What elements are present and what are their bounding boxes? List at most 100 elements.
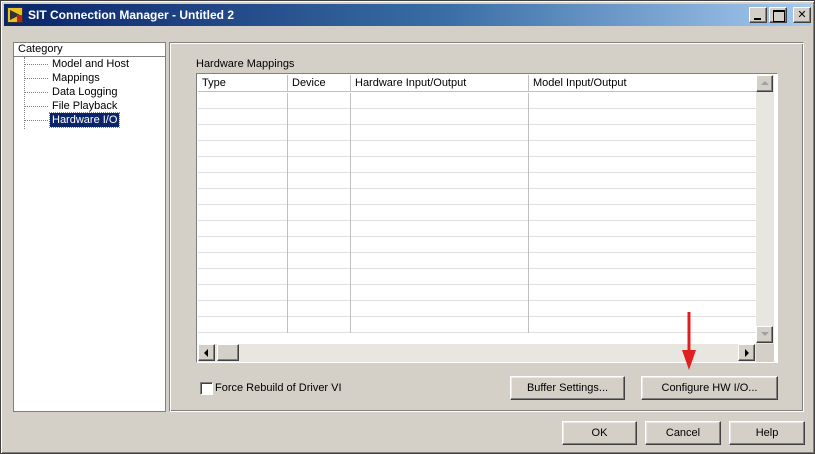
table-row[interactable]	[198, 189, 756, 205]
table-cell[interactable]	[288, 301, 351, 317]
table-cell[interactable]	[198, 141, 288, 157]
cancel-button[interactable]: Cancel	[645, 421, 721, 445]
category-item-hardware-io[interactable]: Hardware I/O	[24, 112, 121, 128]
table-cell[interactable]	[529, 301, 756, 317]
table-cell[interactable]	[288, 237, 351, 253]
table-cell[interactable]	[288, 253, 351, 269]
table-row[interactable]	[198, 109, 756, 125]
table-cell[interactable]	[529, 173, 756, 189]
table-cell[interactable]	[288, 269, 351, 285]
table-cell[interactable]	[529, 285, 756, 301]
table-cell[interactable]	[351, 221, 529, 237]
table-cell[interactable]	[351, 125, 529, 141]
table-cell[interactable]	[529, 317, 756, 333]
table-cell[interactable]	[288, 173, 351, 189]
table-cell[interactable]	[351, 301, 529, 317]
buffer-settings-button[interactable]: Buffer Settings...	[510, 376, 625, 400]
table-row[interactable]	[198, 157, 756, 173]
table-cell[interactable]	[198, 301, 288, 317]
table-cell[interactable]	[351, 253, 529, 269]
force-rebuild-checkbox[interactable]	[200, 382, 213, 395]
table-row[interactable]	[198, 237, 756, 253]
table-cell[interactable]	[288, 317, 351, 333]
labview-app-icon[interactable]	[7, 7, 23, 23]
maximize-button[interactable]	[769, 7, 787, 23]
table-cell[interactable]	[351, 157, 529, 173]
table-row[interactable]	[198, 93, 756, 109]
table-cell[interactable]	[351, 93, 529, 109]
table-row[interactable]	[198, 253, 756, 269]
table-cell[interactable]	[198, 253, 288, 269]
table-cell[interactable]	[198, 109, 288, 125]
scroll-left-button[interactable]	[198, 344, 215, 361]
ok-button[interactable]: OK	[562, 421, 637, 445]
table-cell[interactable]	[198, 157, 288, 173]
table-cell[interactable]	[288, 93, 351, 109]
scroll-right-button[interactable]	[738, 344, 755, 361]
table-cell[interactable]	[351, 237, 529, 253]
column-header-hardware-io[interactable]: Hardware Input/Output	[351, 75, 529, 92]
table-cell[interactable]	[288, 109, 351, 125]
table-cell[interactable]	[529, 141, 756, 157]
table-row[interactable]	[198, 173, 756, 189]
table-cell[interactable]	[529, 93, 756, 109]
table-cell[interactable]	[529, 269, 756, 285]
table-cell[interactable]	[351, 109, 529, 125]
table-cell[interactable]	[288, 221, 351, 237]
table-cell[interactable]	[288, 157, 351, 173]
table-row[interactable]	[198, 301, 756, 317]
category-item-file-playback[interactable]: File Playback	[24, 99, 119, 113]
help-button[interactable]: Help	[729, 421, 805, 445]
category-item-model-and-host[interactable]: Model and Host	[24, 57, 131, 71]
table-cell[interactable]	[529, 237, 756, 253]
table-cell[interactable]	[529, 221, 756, 237]
table-cell[interactable]	[529, 157, 756, 173]
table-row[interactable]	[198, 269, 756, 285]
column-header-model-io[interactable]: Model Input/Output	[529, 75, 756, 92]
table-cell[interactable]	[351, 141, 529, 157]
table-cell[interactable]	[198, 205, 288, 221]
table-cell[interactable]	[288, 125, 351, 141]
category-item-data-logging[interactable]: Data Logging	[24, 85, 119, 99]
column-header-device[interactable]: Device	[288, 75, 351, 92]
table-cell[interactable]	[198, 93, 288, 109]
table-cell[interactable]	[529, 109, 756, 125]
table-cell[interactable]	[529, 253, 756, 269]
table-cell[interactable]	[198, 221, 288, 237]
scroll-up-button[interactable]	[756, 75, 773, 92]
column-header-type[interactable]: Type	[198, 75, 288, 92]
vertical-scrollbar[interactable]	[756, 75, 774, 344]
table-cell[interactable]	[198, 285, 288, 301]
close-button[interactable]: ✕	[793, 7, 811, 23]
table-cell[interactable]	[351, 173, 529, 189]
table-cell[interactable]	[529, 125, 756, 141]
table-row[interactable]	[198, 285, 756, 301]
table-cell[interactable]	[198, 269, 288, 285]
horizontal-scroll-thumb[interactable]	[217, 344, 239, 361]
table-cell[interactable]	[288, 205, 351, 221]
table-cell[interactable]	[351, 269, 529, 285]
minimize-button[interactable]	[749, 7, 767, 23]
table-cell[interactable]	[198, 125, 288, 141]
table-cell[interactable]	[288, 189, 351, 205]
table-cell[interactable]	[288, 285, 351, 301]
table-row[interactable]	[198, 141, 756, 157]
table-cell[interactable]	[529, 205, 756, 221]
table-row[interactable]	[198, 205, 756, 221]
title-bar[interactable]: SIT Connection Manager - Untitled 2 ✕	[4, 4, 811, 26]
category-item-mappings[interactable]: Mappings	[24, 71, 102, 85]
horizontal-scrollbar[interactable]	[198, 344, 756, 362]
table-row[interactable]	[198, 125, 756, 141]
table-row[interactable]	[198, 317, 756, 333]
table-cell[interactable]	[351, 317, 529, 333]
table-cell[interactable]	[351, 205, 529, 221]
table-cell[interactable]	[198, 317, 288, 333]
table-cell[interactable]	[351, 189, 529, 205]
table-cell[interactable]	[198, 237, 288, 253]
table-cell[interactable]	[351, 285, 529, 301]
table-row[interactable]	[198, 221, 756, 237]
table-body[interactable]: Type Device Hardware Input/Output Model …	[198, 75, 756, 344]
configure-hw-io-button[interactable]: Configure HW I/O...	[641, 376, 778, 400]
table-cell[interactable]	[198, 189, 288, 205]
scroll-down-button[interactable]	[756, 326, 773, 343]
